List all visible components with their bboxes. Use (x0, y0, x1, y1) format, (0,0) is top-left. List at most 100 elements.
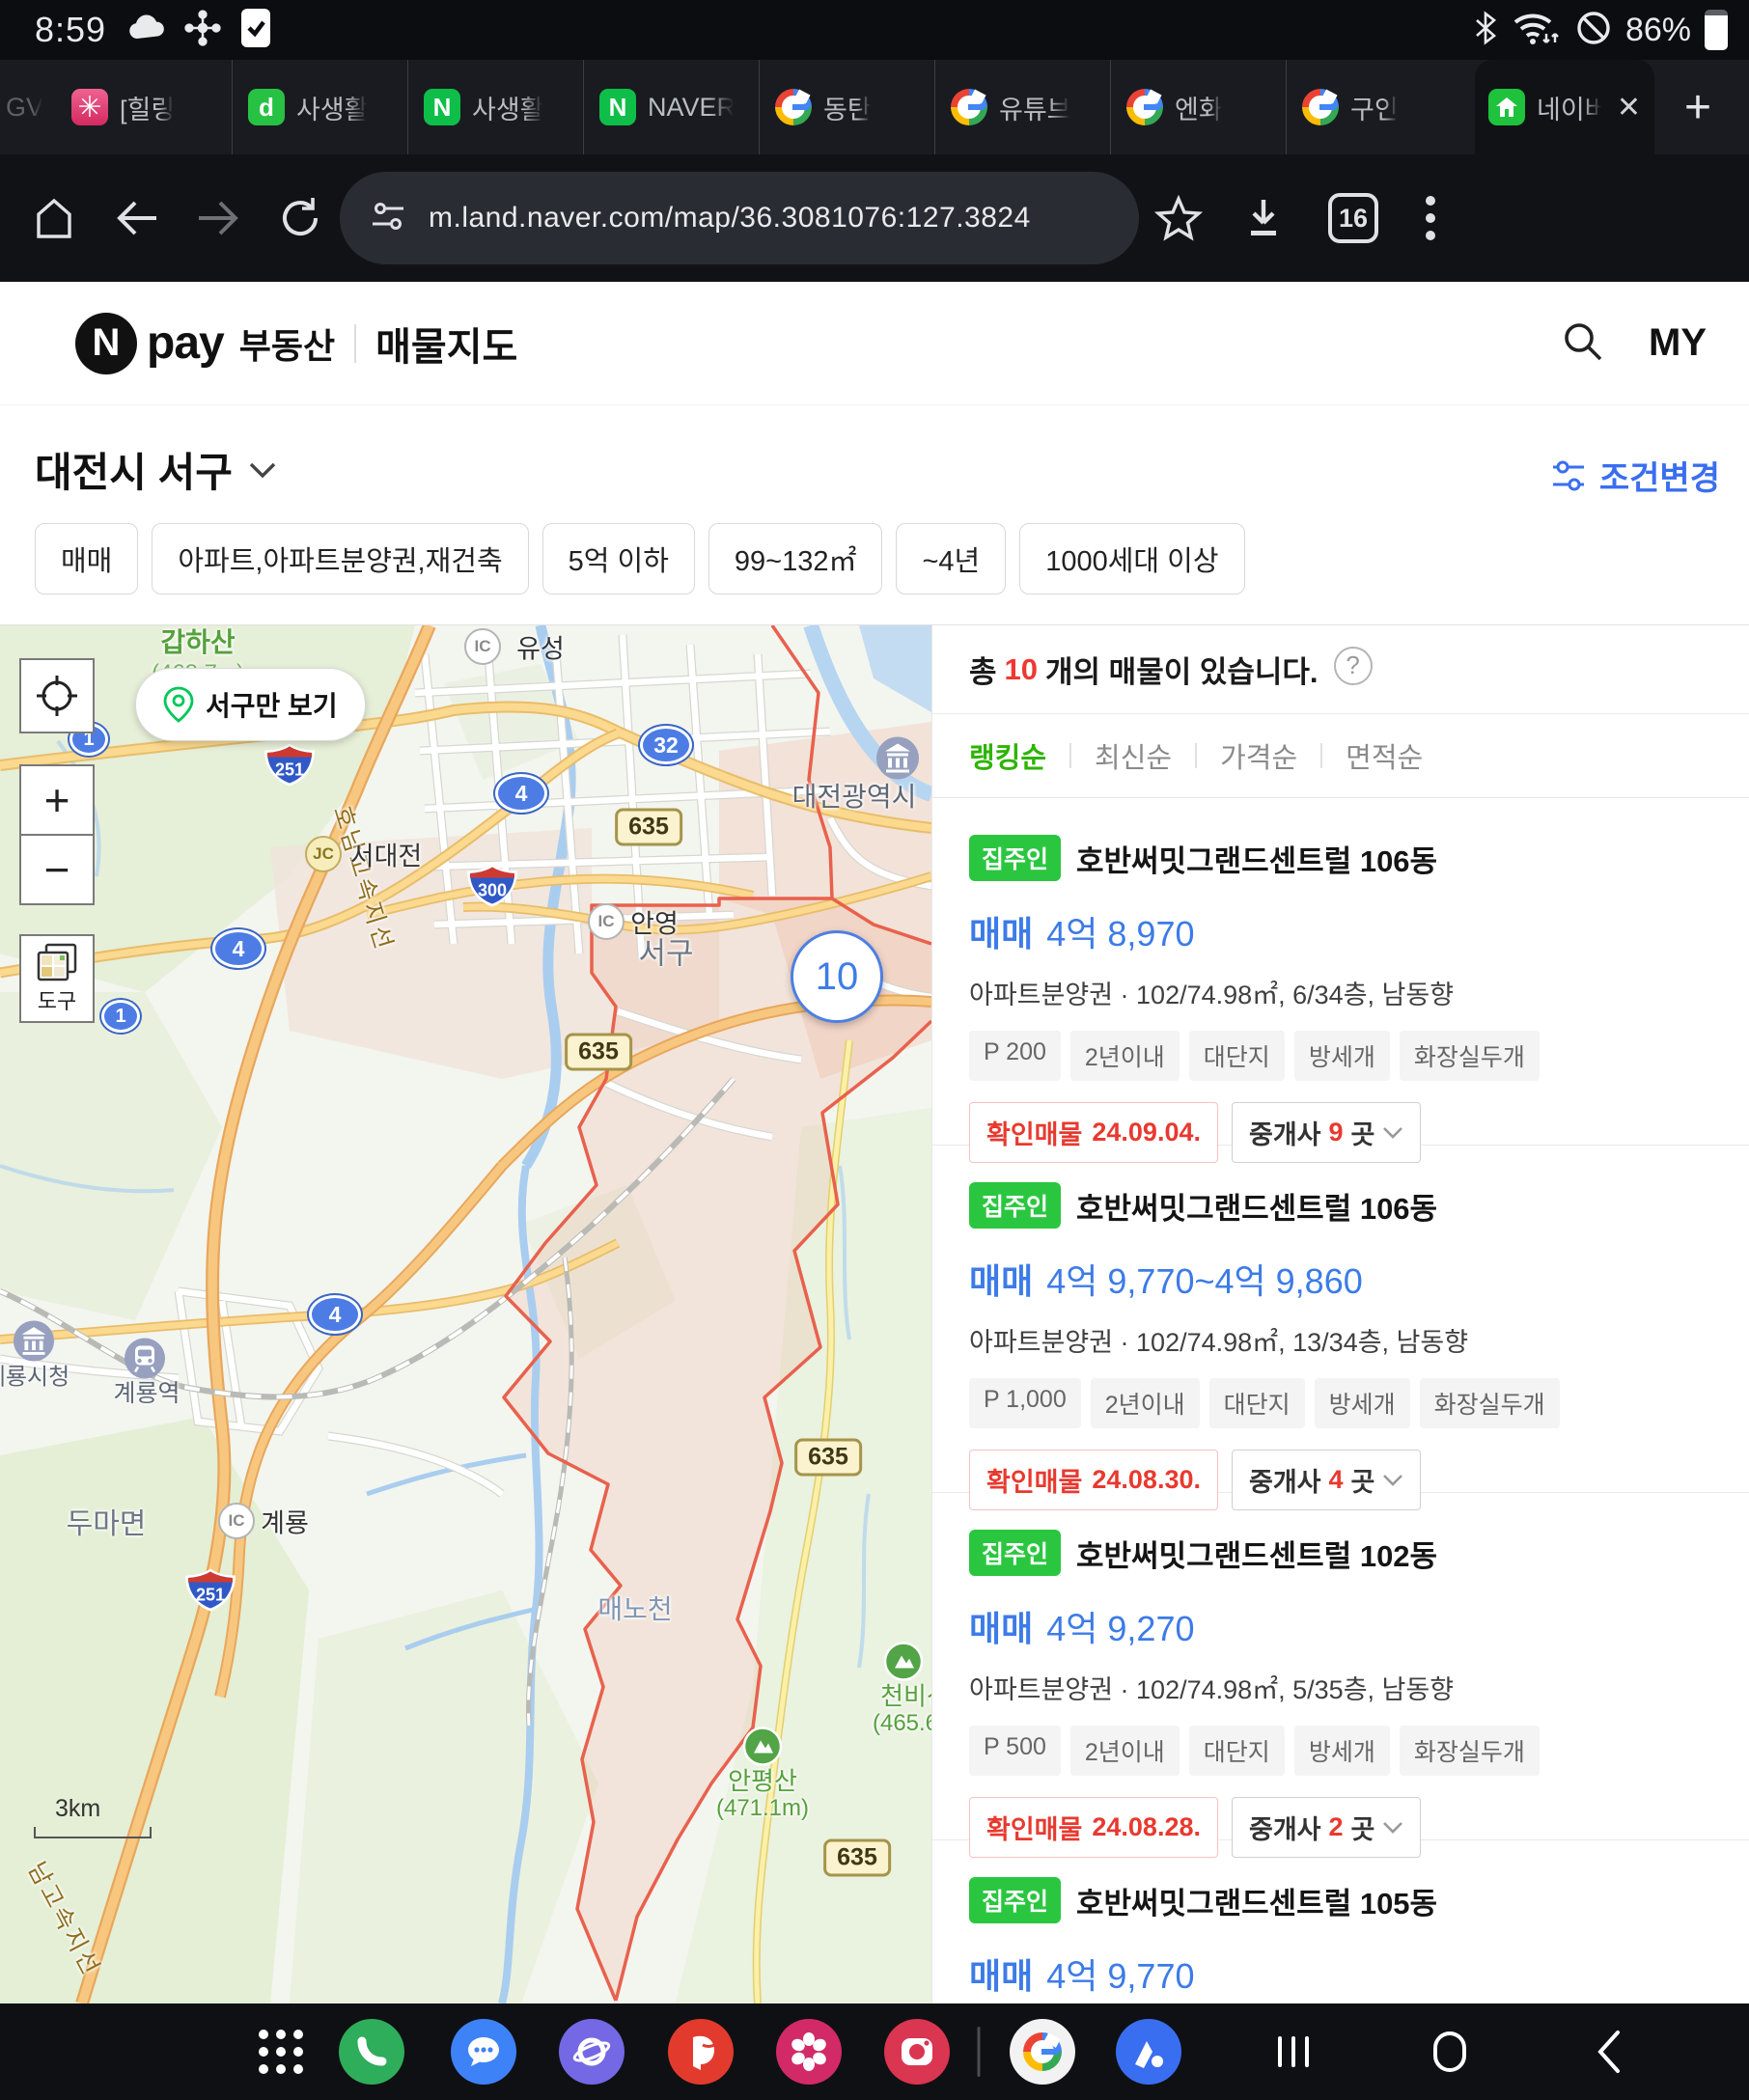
do-not-disturb-icon (1575, 10, 1612, 51)
logo-pay-text[interactable]: pay (147, 317, 224, 370)
verified-listing-button[interactable]: 확인매물 24.09.04. (969, 1102, 1218, 1163)
tab-naver-land-active[interactable]: 네이버 ✕ (1475, 60, 1654, 154)
navigation-dock (0, 2003, 1749, 2100)
listing-info: 아파트분양권 · 102/74.98㎡, 5/35층, 남동향 (969, 1669, 1710, 1706)
filter-chip-area[interactable]: 99~132㎡ (708, 523, 883, 594)
listing-card[interactable]: 집주인 호반써밋그랜드센트럴 106동 매매4억 9,770~4억 9,860 … (932, 1146, 1749, 1493)
naver-pay-logo[interactable]: N (75, 313, 137, 374)
app-drawer-icon[interactable] (256, 2027, 306, 2077)
filter-chip-type[interactable]: 아파트,아파트분양권,재건축 (152, 523, 528, 594)
listing-cluster-marker[interactable]: 10 (791, 930, 883, 1023)
messages-app-icon[interactable] (451, 2019, 516, 2085)
change-conditions-button[interactable]: 조건변경 (1549, 452, 1720, 499)
address-bar[interactable]: m.land.naver.com/map/36.3081076:127.3824 (340, 172, 1139, 264)
listing-info: 아파트분양권 · 102/74.98㎡, 6/34층, 남동향 (969, 974, 1710, 1011)
owner-badge: 집주인 (969, 835, 1061, 881)
search-icon[interactable] (1560, 318, 1604, 368)
tag: 대단지 (1209, 1378, 1305, 1428)
listing-title[interactable]: 호반써밋그랜드센트럴 106동 (1076, 837, 1437, 880)
tag: 대단지 (1189, 1031, 1285, 1081)
map-label-elevation: (465.6m) (873, 1710, 931, 1737)
wifi-icon (1512, 9, 1562, 52)
listing-title[interactable]: 호반써밋그랜드센트럴 102동 (1076, 1532, 1437, 1575)
menu-kebab-icon[interactable] (1425, 193, 1436, 243)
sort-area[interactable]: 면적순 (1346, 735, 1423, 776)
zoom-in-button[interactable]: + (19, 764, 95, 836)
sort-ranking[interactable]: 랭킹순 (969, 735, 1046, 776)
agents-dropdown-button[interactable]: 중개사 4 곳 (1232, 1450, 1421, 1510)
filter-bar: 대전시 서구 조건변경 매매 아파트,아파트분양권,재건축 5억 이하 99~1… (0, 405, 1749, 625)
screen: 8:59 (0, 0, 1749, 2100)
close-tab-icon[interactable]: ✕ (1617, 91, 1641, 124)
download-icon[interactable] (1241, 194, 1286, 242)
map-tools-button[interactable]: 도구 (19, 934, 95, 1023)
map-label-stream: 매노천 (597, 1589, 672, 1627)
map-label-station: 계룡역 (113, 1374, 180, 1409)
site-settings-icon[interactable] (369, 199, 407, 238)
filter-chip-age[interactable]: ~4년 (896, 523, 1006, 594)
samsung-internet-app-icon[interactable] (559, 2019, 625, 2085)
filter-chip-price[interactable]: 5억 이하 (542, 523, 695, 594)
listing-card[interactable]: 집주인 호반써밋그랜드센트럴 102동 매매4억 9,270 아파트분양권 · … (932, 1493, 1749, 1840)
back-button[interactable] (1595, 2029, 1624, 2075)
phone-app-icon[interactable] (339, 2019, 404, 2085)
tab-switcher-button[interactable]: 16 (1328, 193, 1378, 243)
listing-title[interactable]: 호반써밋그랜드센트럴 105동 (1076, 1879, 1437, 1922)
google-favicon (1302, 89, 1339, 125)
tag: 화장실두개 (1400, 1726, 1540, 1776)
tag: 2년이내 (1091, 1378, 1200, 1428)
filter-chip-households[interactable]: 1000세대 이상 (1019, 523, 1244, 594)
expressway-shield: 251 (262, 743, 318, 792)
tab-naver-2[interactable]: N NAVER (583, 60, 759, 154)
current-location-button[interactable] (19, 658, 95, 733)
help-icon[interactable]: ? (1334, 647, 1373, 685)
route-shield: 4 (309, 1295, 361, 1334)
tab-partial[interactable]: GV (0, 60, 56, 154)
verified-listing-button[interactable]: 확인매물 24.08.28. (969, 1797, 1218, 1858)
expressway-shield: 251 (182, 1568, 238, 1617)
battery-icon (1705, 10, 1728, 50)
bookmark-star-icon[interactable] (1154, 195, 1203, 241)
home-icon[interactable] (29, 193, 79, 243)
route-shield: 635 (565, 1034, 632, 1071)
tab-daum[interactable]: d 사생활 (232, 60, 407, 154)
map-pane[interactable]: 갑하산 (468.7m) IC 유성 32 대전광역시 호남고속지선 251 4… (0, 625, 931, 2003)
tab-google-yen[interactable]: 엔화 (1110, 60, 1286, 154)
sort-tabs: 랭킹순 최신순 가격순 면적순 (932, 714, 1749, 798)
agents-dropdown-button[interactable]: 중개사 9 곳 (1232, 1102, 1421, 1163)
listing-title[interactable]: 호반써밋그랜드센트럴 106동 (1076, 1184, 1437, 1228)
verified-listing-button[interactable]: 확인매물 24.08.30. (969, 1450, 1218, 1510)
camera-app-icon[interactable] (884, 2019, 950, 2085)
show-district-only-button[interactable]: 서구만 보기 (135, 668, 366, 741)
tab-google-youtube[interactable]: 유튜브 (934, 60, 1110, 154)
tab-google-jobs[interactable]: 구인 (1286, 60, 1461, 154)
tab-naver-1[interactable]: N 사생활 (407, 60, 583, 154)
tag: 2년이내 (1070, 1726, 1180, 1776)
tab-healing[interactable]: ✳ [힐링 (56, 60, 232, 154)
tag: 2년이내 (1070, 1031, 1180, 1081)
home-button[interactable] (1430, 2030, 1470, 2074)
recents-button[interactable] (1272, 2031, 1315, 2073)
google-app-icon[interactable] (1010, 2019, 1075, 2085)
blue-a-app-icon[interactable] (1116, 2019, 1181, 2085)
dock-divider (978, 2027, 981, 2077)
gallery-app-icon[interactable] (776, 2019, 842, 2085)
filter-chip-deal[interactable]: 매매 (35, 523, 138, 594)
back-icon[interactable] (114, 197, 160, 239)
forward-icon[interactable] (195, 197, 241, 239)
new-tab-button[interactable]: + (1654, 60, 1741, 154)
zoom-out-button[interactable]: − (19, 834, 95, 905)
red-app-icon[interactable] (668, 2019, 734, 2085)
listing-card[interactable]: 집주인 호반써밋그랜드센트럴 105동 매매4억 9,770 (932, 1840, 1749, 2003)
region-selector[interactable]: 대전시 서구 (35, 440, 277, 499)
reload-icon[interactable] (276, 194, 324, 242)
tab-google-dongtan[interactable]: 동탄 (759, 60, 934, 154)
naver-favicon: N (599, 89, 636, 125)
sort-price[interactable]: 가격순 (1220, 735, 1297, 776)
listing-tags: P 1,000 2년이내 대단지 방세개 화장실두개 (969, 1378, 1710, 1428)
agents-dropdown-button[interactable]: 중개사 2 곳 (1232, 1797, 1421, 1858)
logo-section-text[interactable]: 부동산 (239, 318, 335, 369)
listing-card[interactable]: 집주인 호반써밋그랜드센트럴 106동 매매4억 8,970 아파트분양권 · … (932, 798, 1749, 1146)
my-menu[interactable]: MY (1649, 321, 1707, 365)
sort-newest[interactable]: 최신순 (1095, 735, 1172, 776)
